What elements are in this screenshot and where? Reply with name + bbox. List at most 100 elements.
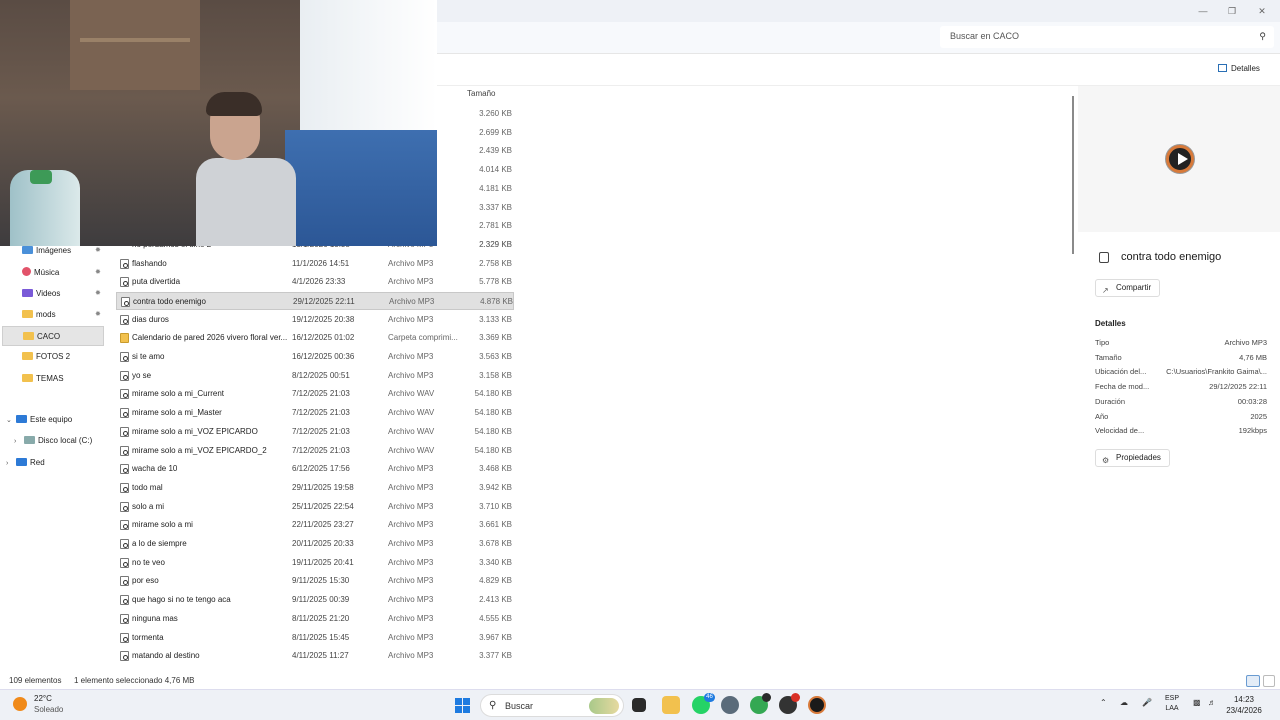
folder-icon: [22, 310, 33, 318]
property-value: C:\Usuarios\Frankito Gaima\...: [1166, 367, 1267, 377]
nav-local-disk[interactable]: › Disco local (C:): [14, 431, 126, 451]
row-type: Archivo MP3: [388, 314, 434, 324]
nav-network[interactable]: › Red: [6, 453, 118, 473]
chevron-up-icon[interactable]: ⌃: [1100, 698, 1107, 707]
system-clock[interactable]: 14:23 23/4/2026: [1222, 694, 1266, 716]
table-row[interactable]: todo mal 29/11/2025 19:58 Archivo MP3 3.942…: [116, 479, 514, 497]
sun-icon[interactable]: [13, 697, 27, 711]
table-row[interactable]: mirame solo a mi_Master 7/12/2025 21:03 Ar…: [116, 404, 514, 422]
row-date: 8/12/2025 00:51: [292, 370, 350, 380]
weather-temp[interactable]: 22°C: [34, 694, 52, 703]
properties-button[interactable]: ⚙ Propiedades: [1095, 449, 1170, 467]
table-row[interactable]: ninguna mas 8/11/2025 21:20 Archivo MP3 4.5…: [116, 610, 514, 628]
row-name: que hago si no te tengo aca: [132, 595, 231, 605]
nav-item-1[interactable]: Música ✸: [22, 263, 134, 283]
table-row[interactable]: mirame solo a mi_VOZ EPICARDO_2 7/12/2025…: [116, 442, 514, 460]
tiles-view-button[interactable]: [1263, 675, 1275, 687]
row-size: 54.180 KB: [474, 445, 512, 455]
search-icon[interactable]: ⚲: [1259, 31, 1266, 42]
table-row[interactable]: solo a mi 25/11/2025 22:54 Archivo MP3 3.71…: [116, 498, 514, 516]
audio-file-icon: [120, 613, 129, 624]
language-code: ESP: [1164, 695, 1179, 702]
chrome-badge: [762, 693, 771, 702]
table-row[interactable]: mirame solo a mi_Current 7/12/2025 21:03 A…: [116, 385, 514, 403]
start-button[interactable]: [455, 698, 470, 713]
cloud-icon[interactable]: ☁: [1120, 698, 1128, 707]
nav-item-2[interactable]: Videos ✸: [22, 284, 134, 304]
audio-file-icon: [120, 595, 129, 606]
search-input[interactable]: Buscar en CACO ⚲: [940, 26, 1274, 48]
property-key: Ubicación del...: [1095, 367, 1147, 377]
table-row[interactable]: matando al destino 4/11/2025 11:27 Archivo…: [116, 647, 514, 665]
row-size: 3.563 KB: [479, 352, 512, 361]
row-date: 7/12/2025 21:03: [292, 426, 350, 436]
nav-this-pc[interactable]: ⌄ Este equipo: [6, 410, 118, 430]
audio-file-icon: [120, 632, 129, 643]
file-explorer-icon[interactable]: [662, 696, 680, 714]
wrench-icon: ⚙: [1102, 456, 1110, 465]
weather-condition[interactable]: Soleado: [34, 705, 63, 714]
table-row[interactable]: por eso 9/11/2025 15:30 Archivo MP3 4.829 K…: [116, 572, 514, 590]
chrome-icon[interactable]: [750, 693, 771, 714]
row-date: 7/12/2025 21:03: [292, 408, 350, 418]
table-row[interactable]: yo se 8/12/2025 00:51 Archivo MP3 3.158 KB: [116, 367, 514, 385]
details-pane-button[interactable]: Detalles: [1218, 64, 1260, 73]
row-name: mirame solo a mi_Current: [132, 389, 225, 399]
table-row[interactable]: si te amo 16/12/2025 00:36 Archivo MP3 3.56…: [116, 348, 514, 366]
app-icon[interactable]: [779, 693, 800, 714]
nav-local-disk-label: Disco local (C:): [38, 436, 93, 445]
table-row[interactable]: flashando 11/1/2026 14:51 Archivo MP3 2.758…: [116, 255, 514, 273]
table-row[interactable]: puta divertida 4/1/2026 23:33 Archivo MP3 5…: [116, 273, 514, 291]
media-player-icon[interactable]: [808, 696, 826, 714]
play-icon[interactable]: [1166, 145, 1194, 173]
nav-item-4[interactable]: CACO: [2, 326, 104, 346]
expand-chevron-icon[interactable]: ›: [14, 432, 24, 452]
webcam-shelf-board: [80, 38, 190, 42]
row-date: 8/11/2025 21:20: [292, 613, 350, 623]
share-icon: ↗: [1102, 286, 1109, 295]
nav-item-5[interactable]: FOTOS 2: [22, 347, 134, 367]
language-indicator[interactable]: ESP LAA: [1160, 694, 1184, 714]
table-row[interactable]: wacha de 10 6/12/2025 17:56 Archivo MP3 3.4…: [116, 460, 514, 478]
row-name: wacha de 10: [132, 464, 178, 474]
close-button[interactable]: ✕: [1255, 4, 1269, 18]
table-row[interactable]: Calendario de pared 2026 vivero floral v…: [116, 329, 514, 347]
details-view-button[interactable]: [1246, 675, 1260, 687]
table-row[interactable]: mirame solo a mi_VOZ EPICARDO 7/12/2025 2…: [116, 423, 514, 441]
table-row[interactable]: tormenta 8/11/2025 15:45 Archivo MP3 3.967 …: [116, 629, 514, 647]
property-key: Fecha de mod...: [1095, 382, 1150, 392]
expand-chevron-icon[interactable]: ⌄: [6, 411, 16, 431]
row-type: Archivo MP3: [388, 613, 434, 623]
table-row[interactable]: no te veo 19/11/2025 20:41 Archivo MP3 3.34…: [116, 554, 514, 572]
search-placeholder: Buscar en CACO: [950, 31, 1020, 41]
table-row[interactable]: dias duros 19/12/2025 20:38 Archivo MP3 3.1…: [116, 311, 514, 329]
nav-item-6[interactable]: TEMAS: [22, 369, 134, 389]
minimize-button[interactable]: —: [1196, 4, 1210, 18]
row-date: 4/11/2025 11:27: [292, 651, 349, 661]
row-type: Archivo WAV: [388, 426, 435, 436]
table-row[interactable]: a lo de siempre 20/11/2025 20:33 Archivo M…: [116, 535, 514, 553]
search-highlight-image: [589, 698, 619, 714]
microphone-icon[interactable]: 🎤: [1142, 698, 1152, 707]
settings-icon[interactable]: [721, 696, 739, 714]
volume-icon[interactable]: ♬: [1208, 698, 1216, 707]
taskbar-search[interactable]: ⚲ Buscar: [480, 694, 624, 717]
table-row[interactable]: contra todo enemigo 29/12/2025 22:11 Archi…: [116, 291, 514, 310]
row-date: 22/11/2025 23:27: [292, 520, 354, 530]
share-button[interactable]: ↗ Compartir: [1095, 279, 1161, 297]
maximize-button[interactable]: ❐: [1225, 4, 1239, 18]
wifi-icon[interactable]: ▩: [1193, 698, 1201, 707]
keyboard-layout: LAA: [1165, 705, 1179, 712]
pin-icon: ✸: [95, 269, 101, 276]
whatsapp-icon[interactable]: 46: [692, 693, 715, 714]
property-key: Tamaño: [1095, 352, 1122, 362]
table-row[interactable]: que hago si no te tengo aca 9/11/2025 00:…: [116, 591, 514, 609]
row-name: Calendario de pared 2026 vivero floral v…: [132, 333, 288, 343]
nav-item-3[interactable]: mods ✸: [22, 305, 134, 325]
audio-file-icon: [120, 408, 129, 419]
expand-chevron-icon[interactable]: ›: [6, 454, 16, 474]
task-view-icon[interactable]: [632, 698, 646, 712]
pane-scrollbar[interactable]: [1072, 96, 1074, 254]
table-row[interactable]: mirame solo a mi 22/11/2025 23:27 Archivo …: [116, 516, 514, 534]
nav-item-label: FOTOS 2: [36, 352, 71, 361]
